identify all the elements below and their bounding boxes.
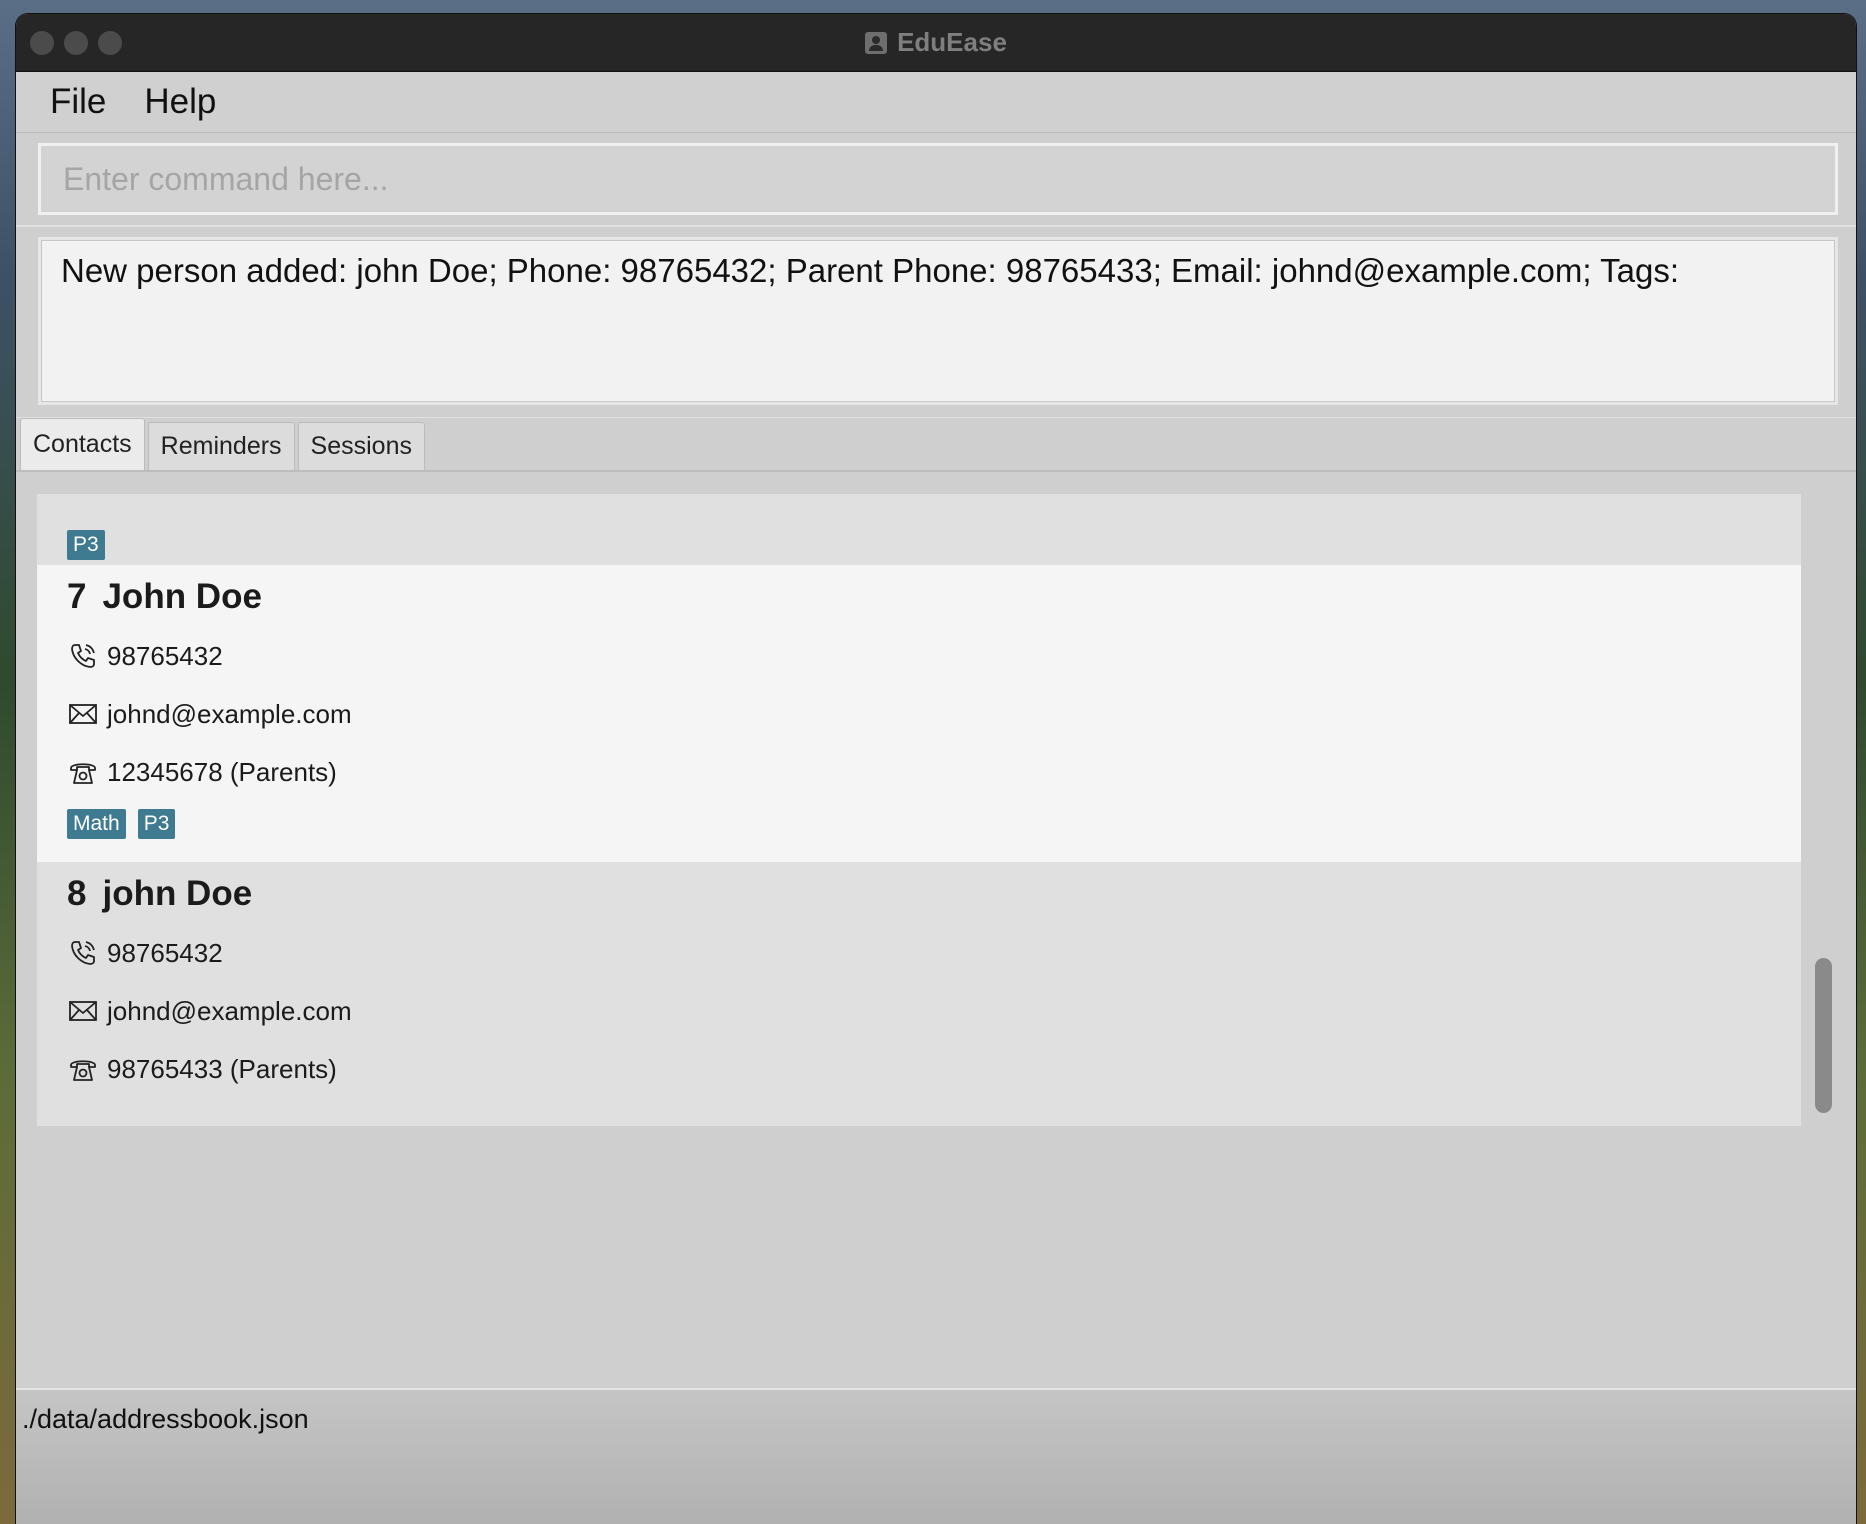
app-window: EduEase File Help New person added: john…: [16, 14, 1856, 1524]
email-address: johnd@example.com: [107, 698, 352, 729]
contact-name: john Doe: [102, 874, 253, 913]
contact-name-row: 7 John Doe: [67, 577, 1771, 627]
contact-list[interactable]: P3 7 John Doe 98765432 johnd@example.com…: [37, 494, 1801, 1126]
email-row: johnd@example.com: [67, 685, 1771, 743]
tag: P3: [137, 809, 176, 839]
contact-name: John Doe: [102, 577, 262, 616]
tag: P3: [67, 530, 105, 560]
telephone-icon: [67, 1053, 99, 1085]
list-item[interactable]: 7 John Doe 98765432 johnd@example.com 12…: [37, 565, 1801, 862]
command-box: [38, 143, 1838, 215]
title-bar: EduEase: [16, 14, 1856, 72]
tag: Math: [67, 809, 126, 839]
contact-list-panel: P3 7 John Doe 98765432 johnd@example.com…: [16, 472, 1856, 1377]
data-file-path: ./data/addressbook.json: [22, 1404, 309, 1434]
window-title: EduEase: [897, 27, 1007, 57]
tag-list: P3: [67, 522, 1771, 568]
phone-row: 98765432: [67, 627, 1771, 685]
menu-file[interactable]: File: [50, 82, 106, 122]
list-scrollbar[interactable]: [1812, 472, 1834, 1377]
command-area: [16, 133, 1856, 227]
parent-phone-row: 12345678 (Parents): [67, 743, 1771, 801]
result-area: New person added: john Doe; Phone: 98765…: [16, 227, 1856, 418]
email-icon: [67, 995, 99, 1027]
scrollbar-thumb[interactable]: [1815, 958, 1832, 1113]
tab-sessions[interactable]: Sessions: [297, 422, 425, 470]
email-icon: [67, 698, 99, 730]
menu-bar: File Help: [16, 72, 1856, 133]
tab-bar: Contacts Reminders Sessions: [16, 418, 1856, 472]
contact-index: 8: [67, 874, 87, 913]
menu-help[interactable]: Help: [144, 82, 216, 122]
list-item[interactable]: P3: [37, 494, 1801, 565]
parent-phone-row: 98765433 (Parents): [67, 1040, 1771, 1098]
email-row: johnd@example.com: [67, 982, 1771, 1040]
tab-reminders[interactable]: Reminders: [147, 422, 295, 470]
phone-number: 98765432: [107, 640, 223, 671]
parent-phone-number: 98765433 (Parents): [107, 1053, 337, 1084]
result-display: New person added: john Doe; Phone: 98765…: [38, 237, 1838, 405]
parent-phone-number: 12345678 (Parents): [107, 756, 337, 787]
phone-row: 98765432: [67, 924, 1771, 982]
command-input[interactable]: [61, 159, 1835, 199]
list-item[interactable]: 8 john Doe 98765432 johnd@example.com 98…: [37, 862, 1801, 1126]
phone-number: 98765432: [107, 937, 223, 968]
email-address: johnd@example.com: [107, 995, 352, 1026]
contact-name-row: 8 john Doe: [67, 874, 1771, 924]
contact-index: 7: [67, 577, 87, 616]
status-bar: ./data/addressbook.json: [16, 1388, 1856, 1524]
telephone-icon: [67, 756, 99, 788]
tab-contacts[interactable]: Contacts: [20, 418, 145, 470]
tag-list: Math P3: [67, 801, 1771, 847]
phone-icon: [67, 640, 99, 672]
phone-icon: [67, 937, 99, 969]
contact-icon: [865, 31, 888, 54]
